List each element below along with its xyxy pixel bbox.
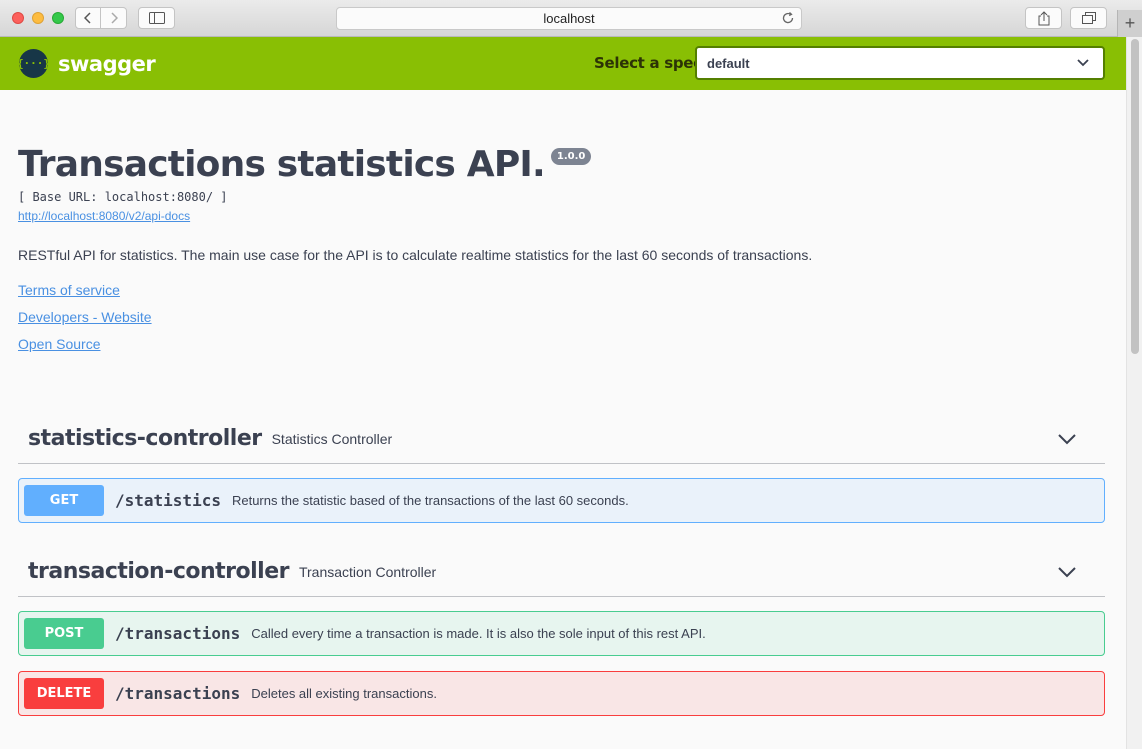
scrollbar-thumb[interactable] [1131, 39, 1139, 354]
share-icon [1038, 10, 1049, 25]
page-title: Transactions statistics API. [18, 144, 546, 185]
forward-button[interactable] [101, 7, 127, 29]
open-source-link[interactable]: Open Source [18, 336, 101, 352]
share-button[interactable] [1025, 7, 1062, 29]
api-description: RESTful API for statistics. The main use… [18, 247, 813, 263]
spec-select-label: Select a spec [594, 54, 702, 72]
tag-transaction-controller[interactable]: transaction-controller Transaction Contr… [18, 547, 1105, 597]
tag-description: Statistics Controller [271, 430, 393, 447]
chevron-down-icon [1077, 59, 1089, 67]
tabs-icon [1081, 12, 1096, 24]
page-scrollbar[interactable] [1126, 37, 1142, 749]
new-tab-button[interactable]: + [1117, 10, 1142, 37]
chevron-right-icon [110, 12, 118, 24]
back-button[interactable] [75, 7, 101, 29]
sidebar-icon [148, 12, 165, 24]
operation-summary: Called every time a transaction is made.… [251, 626, 706, 641]
swagger-logo-icon: {···} [17, 49, 50, 78]
window-close-button[interactable] [12, 12, 24, 24]
operation-path: /transactions [115, 624, 241, 643]
method-badge-delete: DELETE [24, 678, 104, 709]
api-title-row: Transactions statistics API. 1.0.0 [18, 144, 592, 185]
tag-description: Transaction Controller [298, 563, 437, 580]
swagger-topbar: {···} swagger Select a spec default [0, 37, 1126, 90]
api-docs-link[interactable]: http://localhost:8080/v2/api-docs [18, 209, 190, 223]
method-badge-post: POST [24, 618, 104, 649]
operation-delete-transactions[interactable]: DELETE /transactions Deletes all existin… [18, 671, 1105, 716]
swagger-logo-text: swagger [58, 51, 156, 76]
developers-website-link[interactable]: Developers - Website [18, 309, 152, 325]
version-badge: 1.0.0 [550, 148, 592, 165]
operation-get-statistics[interactable]: GET /statistics Returns the statistic ba… [18, 478, 1105, 523]
tag-name: statistics-controller [28, 426, 262, 451]
terms-of-service-link[interactable]: Terms of service [18, 282, 120, 298]
address-bar[interactable]: localhost [336, 7, 802, 30]
operation-path: /transactions [115, 684, 241, 703]
base-url: [ Base URL: localhost:8080/ ] [18, 190, 228, 204]
operation-path: /statistics [115, 491, 221, 510]
tab-overview-button[interactable] [1070, 7, 1107, 29]
chevron-down-icon[interactable] [1057, 565, 1077, 579]
chevron-down-icon[interactable] [1057, 432, 1077, 446]
spec-select-value: default [707, 55, 750, 71]
chevron-left-icon [84, 12, 91, 24]
spec-select[interactable]: default [695, 46, 1105, 80]
window-maximize-button[interactable] [52, 12, 64, 24]
tag-name: transaction-controller [28, 559, 289, 584]
operation-post-transactions[interactable]: POST /transactions Called every time a t… [18, 611, 1105, 656]
swagger-logo[interactable]: {···} swagger [17, 49, 156, 78]
tag-statistics-controller[interactable]: statistics-controller Statistics Control… [18, 414, 1105, 464]
window-minimize-button[interactable] [32, 12, 44, 24]
sidebar-toggle-button[interactable] [138, 7, 175, 29]
browser-titlebar: localhost + [0, 0, 1142, 37]
reload-icon[interactable] [781, 11, 795, 25]
method-badge-get: GET [24, 485, 104, 516]
operation-summary: Deletes all existing transactions. [251, 686, 437, 701]
address-text: localhost [543, 11, 595, 26]
operation-summary: Returns the statistic based of the trans… [231, 493, 629, 508]
